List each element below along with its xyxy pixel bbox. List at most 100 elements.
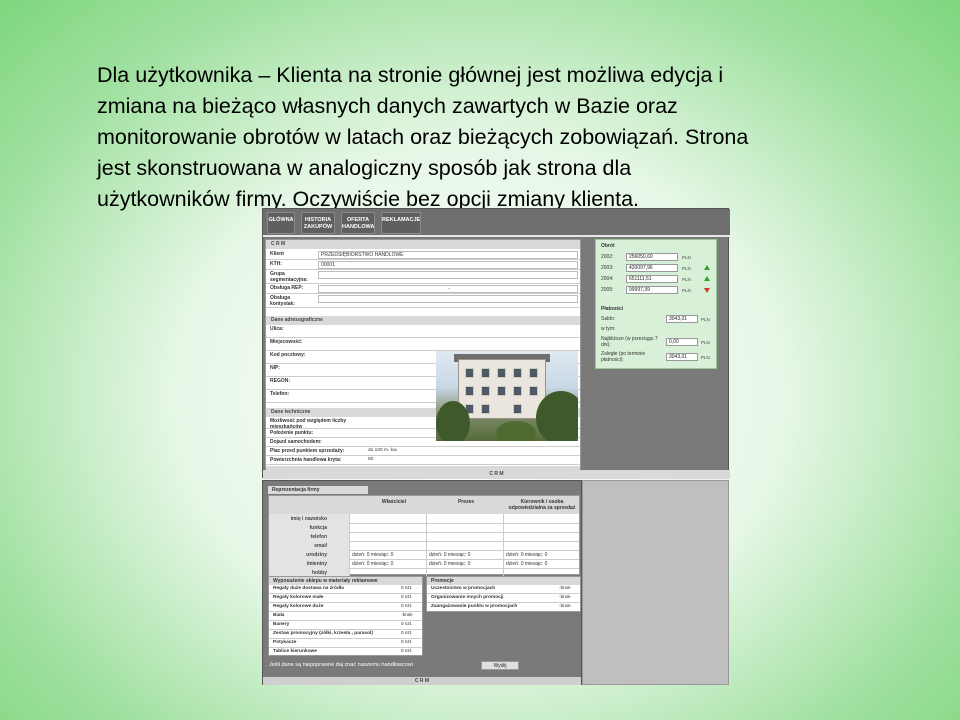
payments-title: Płatności [601, 306, 624, 312]
rep-label: Obsługa REP: [270, 285, 304, 291]
trend-down-icon [704, 288, 710, 293]
promotion-label: Zaangażowanie punktu w promocjach [431, 604, 518, 609]
equipment-value: 0 szt. [401, 595, 413, 600]
crm-details-screenshot: Reprezentacja firmy Właściciel Prezes Ki… [262, 480, 582, 685]
turnover-value: 651111,51 [626, 275, 678, 283]
contact-field[interactable] [318, 295, 578, 303]
equipment-label: Regały kolorowe duże [273, 604, 324, 609]
tech-label: Powierzchnia handlowa kryta: [270, 457, 342, 463]
tech-label: Położenie punktu: [270, 430, 314, 436]
equipment-row: Regały kolorowe duże 0 szt. [269, 603, 422, 612]
equipment-title: Wyposażenie sklepu w materiały reklamowe [269, 577, 422, 585]
promotions-title: Promocje [427, 577, 580, 585]
equipment-row: Zestaw promocyjny (zółki, krzesła , para… [269, 630, 422, 639]
promotion-value[interactable]: -brak- [559, 604, 572, 610]
footer-note: Jeśli dane są niepoprawne daj znać nasze… [269, 662, 414, 668]
slide-line: monitorowanie obrotów w latach oraz bież… [97, 125, 749, 149]
turnover-unit: PLN [682, 277, 691, 282]
segment-row: Grupa segmentacyjna: [266, 270, 580, 284]
overdue-value: 3043,01 [666, 353, 698, 361]
equipment-row: Potykacze 0 szt. [269, 639, 422, 648]
slide-description: Dla użytkownika – Klienta na stronie głó… [97, 60, 887, 215]
equipment-label: Banery [273, 622, 290, 627]
turnover-value: 420097,96 [626, 264, 678, 272]
trend-up-icon [704, 265, 710, 270]
promotion-row: Zaangażowanie punktu w promocjach -brak- [427, 603, 580, 612]
promotion-value[interactable]: -brak- [559, 586, 572, 592]
segment-field[interactable] [318, 271, 578, 279]
street-row: Ulica: [266, 325, 580, 338]
equipment-label: Zestaw promocyjny (zółki, krzesła , para… [273, 631, 373, 636]
slide-line: jest skonstruowana w analogiczny sposób … [97, 156, 632, 180]
equipment-value: 0 szt. [401, 586, 413, 591]
regon-label: REGON: [270, 378, 290, 384]
payments-label: Saldo: [601, 316, 616, 322]
crm-bottom-bar: C R M [263, 677, 581, 685]
equipment-row: Biała -brak- [269, 612, 422, 621]
finance-panel: Obrót 2002: 256050,60 PLN 2003: 420097,9… [595, 239, 717, 369]
kth-field[interactable]: 00001 [318, 261, 578, 269]
equipment-value: -brak- [401, 613, 414, 618]
city-label: Miejscowość: [270, 339, 303, 345]
trend-up-icon [704, 276, 710, 281]
turnover-year: 2003: [601, 265, 614, 271]
equipment-label: Potykacze [273, 640, 297, 645]
segment-label: Grupa segmentacyjna: [270, 271, 308, 283]
upcoming-unit: PLN [701, 340, 710, 345]
client-field[interactable]: PRZEDSIĘBIORSTWO HANDLOWE [318, 251, 578, 259]
client-data-panel: C R M Klient PRZEDSIĘBIORSTWO HANDLOWE K… [265, 239, 581, 470]
nav-commercial-offer[interactable]: OFERTA HANDLOWA [341, 212, 375, 234]
equipment-label: Regały kolorowe małe [273, 595, 324, 600]
equipment-row: Banery 0 szt. [269, 621, 422, 630]
nav-purchase-history[interactable]: HISTORIA ZAKUPÓW [301, 212, 335, 234]
balance-value: 3043,01 [666, 315, 698, 323]
tech-row: Powierzchnia handlowa kryta: 50 [266, 456, 580, 465]
crm-footer-bar: C R M [263, 470, 730, 479]
equipment-value: 0 szt. [401, 631, 413, 636]
rep-field[interactable]: - [318, 285, 578, 293]
nav-main[interactable]: GŁÓWNA [267, 212, 295, 234]
building-photo [436, 351, 578, 441]
slide-line: zmiana na bieżąco własnych danych zawart… [97, 94, 678, 118]
postcode-label: Kod pocztowy: [270, 352, 306, 358]
upcoming-value: 0,00 [666, 338, 698, 346]
equipment-panel: Wyposażenie sklepu w materiały reklamowe… [268, 576, 423, 656]
payments-label: Zaległe (po terminie płatności): [601, 351, 646, 363]
turnover-value: 99997,39 [626, 286, 678, 294]
turnover-unit: PLN [682, 288, 691, 293]
tech-row: Plac przed punktem sprzedaży: do 100 m. … [266, 447, 580, 456]
contact-row: Obsługa kontystak: [266, 294, 580, 308]
promotion-label: Uczestnictwo w promocjach [431, 586, 496, 591]
payments-label: Najbliższe (w przeciągu 7 dni): [601, 336, 658, 348]
col-manager: Kierownik / osoba odpowiedzialna za sprz… [508, 499, 576, 511]
equipment-row: Tablice kierunkowe 0 szt. [269, 648, 422, 657]
equipment-label: Biała [273, 613, 285, 618]
equipment-value: 0 szt. [401, 604, 413, 609]
col-owner: Właściciel [381, 499, 407, 505]
col-president: Prezes [457, 499, 475, 505]
nav-complaints[interactable]: REKLAMACJE [381, 212, 421, 234]
client-row: Klient PRZEDSIĘBIORSTWO HANDLOWE [266, 250, 580, 260]
turnover-year: 2004: [601, 276, 614, 282]
turnover-value: 256050,60 [626, 253, 678, 261]
crm-main-screenshot: GŁÓWNA HISTORIA ZAKUPÓW OFERTA HANDLOWA … [262, 208, 730, 479]
turnover-year: 2005: [601, 287, 614, 293]
promotion-value[interactable]: -brak- [559, 595, 572, 601]
slide-line: Dla użytkownika – Klienta na stronie głó… [97, 63, 724, 87]
contact-label: Obsługa kontystak: [270, 295, 296, 307]
equipment-label: Regały duże dostawa na źródła [273, 586, 344, 591]
promotions-panel: Promocje Uczestnictwo w promocjach -brak-… [426, 576, 581, 612]
equipment-value: 0 szt. [401, 649, 413, 654]
address-header: Dane adresograficzne [266, 316, 580, 325]
send-button[interactable]: Wyślij [481, 661, 519, 670]
crm-header: C R M [266, 240, 580, 249]
tech-label: Plac przed punktem sprzedaży: [270, 448, 345, 454]
equipment-value: 0 szt. [401, 640, 413, 645]
client-label: Klient [270, 251, 284, 257]
tech-label: Dojazd samochodem: [270, 439, 322, 445]
building-facade [458, 359, 546, 419]
balance-unit: PLN [701, 317, 710, 322]
phone-label: Telefon: [270, 391, 290, 397]
turnover-unit: PLN [682, 266, 691, 271]
tech-value: do 100 m. kw. [368, 448, 398, 453]
